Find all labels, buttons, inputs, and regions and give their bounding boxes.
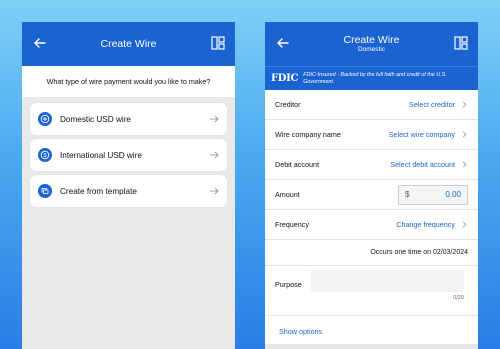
select-wire-company-text: Select wire company bbox=[388, 130, 455, 139]
select-debit-account-link[interactable]: Select debit account bbox=[390, 160, 468, 169]
show-options-link[interactable]: Show options bbox=[265, 316, 478, 346]
app-bar: Create Wire bbox=[22, 22, 235, 66]
chevron-right-icon bbox=[462, 101, 467, 108]
create-from-template-option[interactable]: Create from template bbox=[30, 175, 227, 207]
fdic-logo: FDIC bbox=[271, 73, 299, 84]
chevron-right-icon bbox=[462, 221, 467, 228]
frequency-row[interactable]: Frequency Change frequency bbox=[265, 210, 478, 240]
arrow-right-icon bbox=[210, 187, 219, 195]
international-usd-wire-option[interactable]: $ International USD wire bbox=[30, 139, 227, 171]
svg-text:$: $ bbox=[43, 153, 46, 159]
dollar-circle-icon: $ bbox=[38, 148, 52, 162]
amount-row: Amount $ 0.00 bbox=[265, 180, 478, 210]
debit-account-row[interactable]: Debit account Select debit account bbox=[265, 150, 478, 180]
option-label: Create from template bbox=[60, 186, 137, 196]
wire-company-label: Wire company name bbox=[275, 130, 341, 139]
wire-type-question: What type of wire payment would you like… bbox=[22, 66, 235, 97]
amount-input[interactable]: $ 0.00 bbox=[398, 184, 468, 205]
select-wire-company-link[interactable]: Select wire company bbox=[389, 130, 468, 139]
bottom-divider bbox=[265, 344, 478, 349]
option-label: International USD wire bbox=[60, 150, 142, 160]
arrow-right-icon bbox=[210, 151, 219, 159]
domestic-wire-form-screen: Create Wire Domestic FDIC FDIC-Insured -… bbox=[265, 22, 478, 349]
purpose-label: Purpose bbox=[275, 280, 302, 289]
page-title: Create Wire bbox=[343, 33, 400, 46]
arrow-right-icon bbox=[210, 115, 219, 123]
purpose-row: Purpose 0/20 bbox=[265, 266, 478, 316]
back-arrow-icon[interactable] bbox=[32, 35, 48, 51]
layout-icon[interactable] bbox=[211, 36, 225, 50]
layout-icon[interactable] bbox=[454, 36, 468, 50]
page-title: Create Wire bbox=[100, 37, 157, 50]
back-arrow-icon[interactable] bbox=[275, 35, 291, 51]
creditor-row[interactable]: Creditor Select creditor bbox=[265, 90, 478, 120]
option-label: Domestic USD wire bbox=[60, 114, 131, 124]
select-debit-account-text: Select debit account bbox=[390, 160, 455, 169]
currency-symbol: $ bbox=[405, 190, 410, 199]
creditor-label: Creditor bbox=[275, 100, 301, 109]
wire-company-row[interactable]: Wire company name Select wire company bbox=[265, 120, 478, 150]
occurs-text: Occurs one time on 02/03/2024 bbox=[265, 240, 478, 266]
chevron-right-icon bbox=[462, 161, 467, 168]
select-creditor-link[interactable]: Select creditor bbox=[409, 100, 468, 109]
amount-label: Amount bbox=[275, 190, 300, 199]
change-frequency-text: Change frequency bbox=[396, 220, 455, 229]
fdic-banner: FDIC FDIC-Insured - Backed by the full f… bbox=[265, 66, 478, 90]
page-subtitle: Domestic bbox=[357, 46, 386, 53]
chevron-right-icon bbox=[462, 131, 467, 138]
amount-value: 0.00 bbox=[445, 190, 461, 199]
app-bar: Create Wire Domestic bbox=[265, 22, 478, 66]
purpose-input[interactable] bbox=[311, 270, 464, 292]
select-creditor-text: Select creditor bbox=[409, 100, 455, 109]
frequency-label: Frequency bbox=[275, 220, 309, 229]
wire-type-options: Domestic USD wire $ International USD wi… bbox=[22, 97, 235, 207]
fdic-text: FDIC-Insured - Backed by the full faith … bbox=[303, 71, 447, 85]
plus-circle-icon bbox=[38, 112, 52, 126]
change-frequency-link[interactable]: Change frequency bbox=[396, 220, 468, 229]
domestic-usd-wire-option[interactable]: Domestic USD wire bbox=[30, 103, 227, 135]
wire-type-screen: Create Wire What type of wire payment wo… bbox=[22, 22, 235, 349]
purpose-char-counter: 0/20 bbox=[453, 295, 464, 301]
template-icon bbox=[38, 184, 52, 198]
debit-account-label: Debit account bbox=[275, 160, 319, 169]
